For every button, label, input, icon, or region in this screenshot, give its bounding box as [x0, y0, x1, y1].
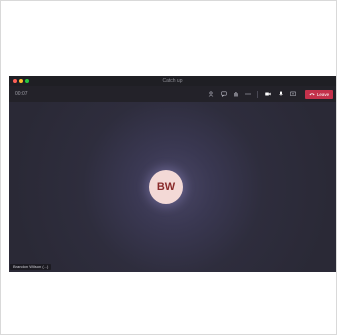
chat-icon[interactable]	[221, 90, 227, 98]
meeting-stage: BW Brandon Wilson (...)	[9, 102, 336, 272]
more-icon[interactable]	[245, 90, 251, 98]
camera-icon[interactable]	[265, 90, 271, 98]
window-title: Catch up	[162, 78, 183, 84]
phone-hangup-icon	[309, 90, 315, 99]
participant-name-tag: Brandon Wilson (...)	[10, 264, 52, 270]
toolbar-divider	[257, 91, 258, 98]
meeting-toolbar: 00:07 Leave	[9, 86, 336, 102]
raise-hand-icon[interactable]	[233, 90, 239, 98]
mic-icon[interactable]	[278, 90, 284, 98]
meeting-window: Catch up 00:07 Leave BW Brandon Wilson (…	[9, 76, 336, 272]
leave-label: Leave	[316, 92, 330, 97]
share-screen-icon[interactable]	[290, 90, 296, 98]
title-bar: Catch up	[9, 76, 336, 86]
screenshot-frame: Catch up 00:07 Leave BW Brandon Wilson (…	[0, 0, 337, 335]
leave-button[interactable]: Leave	[305, 90, 333, 99]
people-icon[interactable]	[208, 90, 214, 98]
participant-avatar: BW	[149, 170, 183, 204]
call-timer: 00:07	[15, 91, 28, 97]
